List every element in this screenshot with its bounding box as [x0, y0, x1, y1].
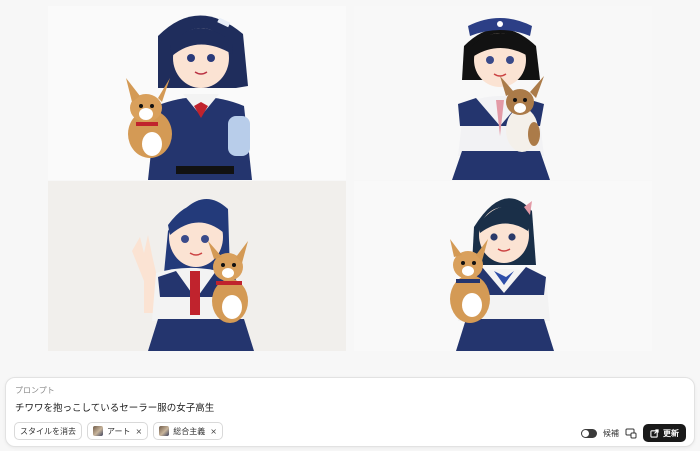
clear-styles-label: スタイルを消去 — [20, 426, 76, 436]
illustration-girl-with-chihuahua-2 — [452, 18, 550, 180]
external-update-icon — [650, 428, 659, 438]
controls-bar: 候補 更新 — [581, 424, 686, 442]
suggestions-toggle[interactable] — [581, 428, 597, 438]
prompt-input[interactable]: チワワを抱っこしているセーラー服の女子高生 — [15, 400, 575, 414]
style-chip-row: スタイルを消去 アート × 総合主義 × — [14, 422, 223, 440]
remove-style-icon[interactable]: × — [136, 427, 143, 436]
suggestions-label: 候補 — [603, 428, 619, 438]
illustration-girl-with-chihuahua-3 — [132, 198, 254, 351]
prompt-panel: プロンプト チワワを抱っこしているセーラー服の女子高生 スタイルを消去 アート … — [5, 377, 695, 447]
prompt-label: プロンプト — [15, 386, 55, 395]
toggle-knob — [582, 429, 589, 437]
illustration-girl-with-chihuahua-4 — [450, 198, 554, 351]
style-thumbnail-icon — [93, 426, 103, 436]
generated-image-4[interactable] — [354, 181, 652, 351]
update-button[interactable]: 更新 — [643, 424, 686, 442]
generated-image-2[interactable] — [354, 6, 652, 180]
style-chip-synthetism[interactable]: 総合主義 × — [153, 422, 223, 440]
image-grid — [0, 0, 700, 360]
generated-image-1[interactable] — [48, 6, 346, 180]
style-thumbnail-icon — [159, 426, 170, 436]
style-chip-art[interactable]: アート × — [87, 422, 149, 440]
remove-style-icon[interactable]: × — [210, 427, 217, 436]
style-chip-label: 総合主義 — [173, 426, 206, 436]
illustration-girl-with-chihuahua-1 — [126, 15, 252, 180]
update-label: 更新 — [663, 428, 679, 438]
clear-styles-button[interactable]: スタイルを消去 — [14, 422, 82, 440]
aspect-ratio-icon[interactable] — [625, 427, 637, 439]
style-chip-label: アート — [107, 426, 131, 436]
generated-image-3[interactable] — [48, 181, 346, 351]
